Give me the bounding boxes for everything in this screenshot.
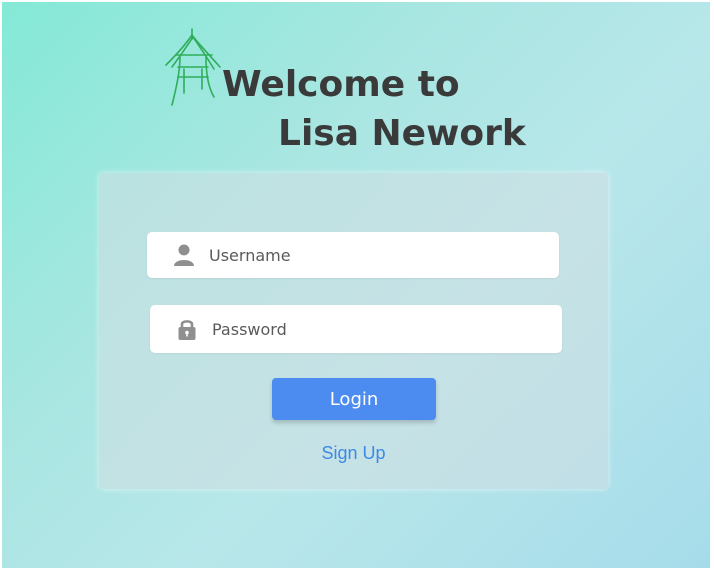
login-card: Login Sign Up [99, 173, 608, 489]
pagoda-logo-icon [165, 28, 221, 106]
password-field[interactable] [150, 305, 562, 353]
login-button[interactable]: Login [272, 378, 436, 420]
password-input[interactable] [212, 305, 542, 353]
sign-up-link[interactable]: Sign Up [99, 443, 608, 464]
user-icon [174, 244, 194, 266]
welcome-title-line2: Lisa Nework [278, 113, 526, 154]
username-field[interactable] [147, 232, 559, 278]
username-input[interactable] [209, 232, 539, 278]
lock-icon [178, 320, 196, 340]
welcome-title-line1: Welcome to [222, 64, 460, 105]
login-page: Welcome to Lisa Nework Login Sign Up [2, 2, 710, 568]
